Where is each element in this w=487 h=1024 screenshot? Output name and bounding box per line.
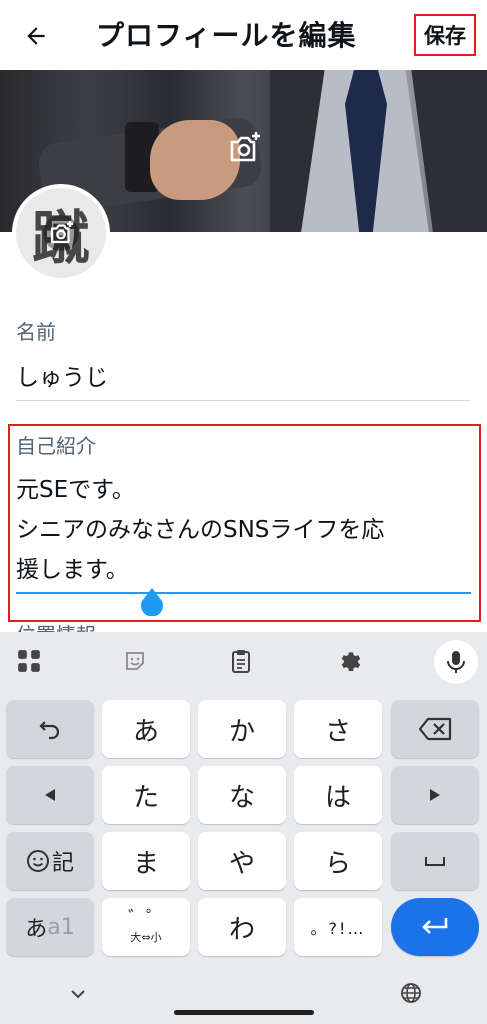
chevron-down-icon (71, 990, 85, 999)
name-divider (16, 400, 470, 401)
keyboard-toolbar (0, 632, 487, 690)
key-na[interactable]: な (198, 766, 286, 824)
page-title: プロフィールを編集 (96, 19, 357, 52)
language-switch-button[interactable] (398, 980, 424, 1006)
sticker-icon (126, 652, 144, 670)
gear-icon (341, 652, 361, 671)
text-cursor-handle[interactable] (139, 586, 165, 616)
bio-label: 自己紹介 (16, 434, 96, 458)
enter-key[interactable] (391, 898, 479, 956)
add-photo-icon (50, 221, 73, 244)
enter-icon (422, 918, 448, 934)
size-toggle-label: 大⇔小 (130, 931, 162, 944)
smiley-icon (26, 850, 49, 872)
clipboard-button[interactable] (224, 644, 258, 678)
kigou-label: 記 (51, 851, 74, 876)
settings-button[interactable] (332, 644, 366, 678)
back-button[interactable] (18, 18, 54, 54)
clipboard-icon (232, 650, 250, 673)
input-mode-key[interactable]: あ a1 (6, 898, 94, 956)
key-sa[interactable]: さ (294, 700, 382, 758)
mode-label-alnum: a1 (47, 914, 75, 940)
voice-input-button[interactable] (434, 640, 478, 684)
space-key[interactable] (391, 832, 479, 890)
app-header: プロフィールを編集 保存 (0, 0, 487, 70)
bio-line-2: シニアのみなさんのSNSライフを応 (16, 517, 385, 543)
dakuten-label: ゛゜ (128, 908, 164, 929)
hide-keyboard-button[interactable] (66, 982, 90, 1006)
dakuten-key[interactable]: ゛゜ 大⇔小 (102, 898, 190, 956)
banner-camera-button[interactable] (222, 126, 266, 170)
key-ya[interactable]: や (198, 832, 286, 890)
grid-icon (18, 650, 40, 672)
arrow-left-icon (27, 27, 45, 45)
backspace-key[interactable] (391, 700, 479, 758)
bio-textarea[interactable]: 元SEです。 シニアのみなさんのSNSライフを応 援します。 (16, 470, 471, 590)
sticker-button[interactable] (118, 644, 152, 678)
mode-label-kana: あ (25, 917, 48, 942)
avatar-camera-button[interactable] (43, 215, 79, 251)
triangle-right-icon (430, 789, 440, 801)
apps-grid-button[interactable] (12, 644, 46, 678)
home-indicator[interactable] (174, 1010, 314, 1015)
key-ka[interactable]: か (198, 700, 286, 758)
key-ta[interactable]: た (102, 766, 190, 824)
undo-key[interactable] (6, 700, 94, 758)
keyboard-bottom-bar (0, 970, 487, 1024)
microphone-icon (447, 651, 465, 673)
key-ha[interactable]: は (294, 766, 382, 824)
name-label: 名前 (16, 320, 56, 344)
space-icon (425, 857, 445, 866)
emoji-symbol-key[interactable]: 記 (6, 832, 94, 890)
key-ra[interactable]: ら (294, 832, 382, 890)
bio-underline (16, 592, 471, 594)
key-ma[interactable]: ま (102, 832, 190, 890)
bio-line-3: 援します。 (16, 557, 129, 583)
bio-line-1: 元SEです。 (16, 477, 135, 503)
backspace-icon (418, 717, 452, 741)
triangle-left-icon (45, 789, 55, 801)
undo-icon (39, 721, 60, 740)
software-keyboard: あ か さ た な は 記 ま や ら あ a1 ゛゜ 大⇔小 わ 。?!… (0, 632, 487, 1024)
cursor-left-key[interactable] (6, 766, 94, 824)
punctuation-key[interactable]: 。?!… (294, 898, 382, 956)
key-wa[interactable]: わ (198, 898, 286, 956)
key-a[interactable]: あ (102, 700, 190, 758)
avatar[interactable]: 蹴 (12, 184, 110, 282)
save-button[interactable]: 保存 (414, 14, 476, 56)
location-label: 位置情報 (16, 618, 176, 632)
name-input[interactable]: しゅうじ (16, 358, 108, 392)
cursor-right-key[interactable] (391, 766, 479, 824)
add-photo-icon (230, 132, 260, 162)
globe-icon (401, 983, 421, 1003)
